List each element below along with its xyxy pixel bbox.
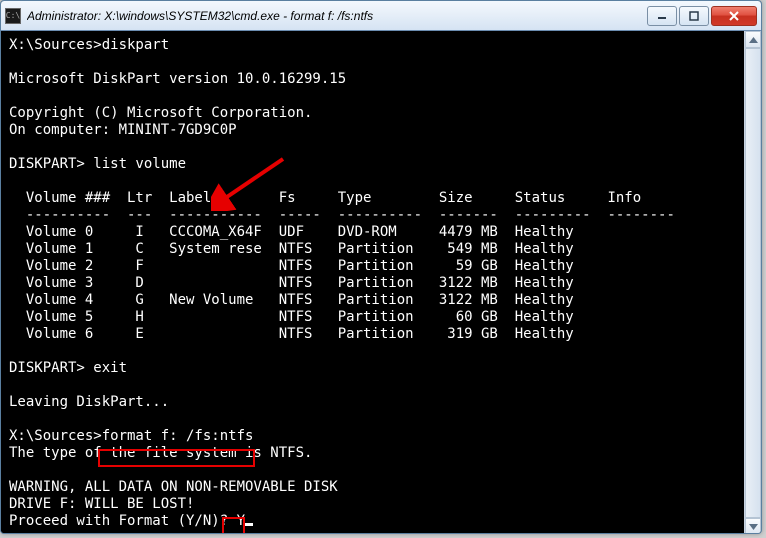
- cmd-icon: C:\: [5, 8, 21, 24]
- line: Microsoft DiskPart version 10.0.16299.15: [9, 71, 346, 87]
- line: DISKPART> list volume: [9, 156, 186, 172]
- line: Proceed with Format (Y/N)?: [9, 513, 237, 529]
- table-row: Volume 1 C System rese NTFS Partition 54…: [9, 241, 574, 257]
- table-row: Volume 3 D NTFS Partition 3122 MB Health…: [9, 275, 574, 291]
- line: DRIVE F: WILL BE LOST!: [9, 496, 194, 512]
- scroll-track[interactable]: [745, 48, 761, 518]
- terminal-output[interactable]: X:\Sources>diskpart Microsoft DiskPart v…: [1, 31, 761, 533]
- line: Leaving DiskPart...: [9, 394, 169, 410]
- cmd-window: C:\ Administrator: X:\windows\SYSTEM32\c…: [0, 0, 762, 534]
- table-row: Volume 4 G New Volume NTFS Partition 312…: [9, 292, 574, 308]
- line: The type of the file system is NTFS.: [9, 445, 312, 461]
- minimize-button[interactable]: [647, 6, 677, 26]
- table-divider: ---------- --- ----------- ----- -------…: [9, 207, 675, 223]
- window-controls: [647, 6, 757, 26]
- scroll-up-button[interactable]: [745, 31, 761, 48]
- table-row: Volume 6 E NTFS Partition 319 GB Healthy: [9, 326, 574, 342]
- table-row: Volume 2 F NTFS Partition 59 GB Healthy: [9, 258, 574, 274]
- scroll-down-button[interactable]: [745, 518, 761, 534]
- maximize-button[interactable]: [679, 6, 709, 26]
- table-header: Volume ### Ltr Label Fs Type Size Status…: [9, 190, 641, 206]
- table-row: Volume 0 I CCCOMA_X64F UDF DVD-ROM 4479 …: [9, 224, 574, 240]
- cursor: [245, 523, 253, 526]
- line: DISKPART> exit: [9, 360, 127, 376]
- line: On computer: MININT-7GD9C0P: [9, 122, 237, 138]
- prompt: X:\Sources>: [9, 428, 102, 444]
- input-answer: Y: [237, 513, 245, 529]
- line: X:\Sources>diskpart: [9, 37, 169, 53]
- window-title: Administrator: X:\windows\SYSTEM32\cmd.e…: [27, 9, 647, 23]
- line: WARNING, ALL DATA ON NON-REMOVABLE DISK: [9, 479, 338, 495]
- command-text: format f: /fs:ntfs: [102, 428, 254, 444]
- close-button[interactable]: [711, 6, 757, 26]
- table-row: Volume 5 H NTFS Partition 60 GB Healthy: [9, 309, 574, 325]
- scroll-thumb[interactable]: [745, 48, 761, 518]
- vertical-scrollbar[interactable]: [744, 31, 761, 534]
- line: Copyright (C) Microsoft Corporation.: [9, 105, 312, 121]
- titlebar[interactable]: C:\ Administrator: X:\windows\SYSTEM32\c…: [1, 1, 761, 31]
